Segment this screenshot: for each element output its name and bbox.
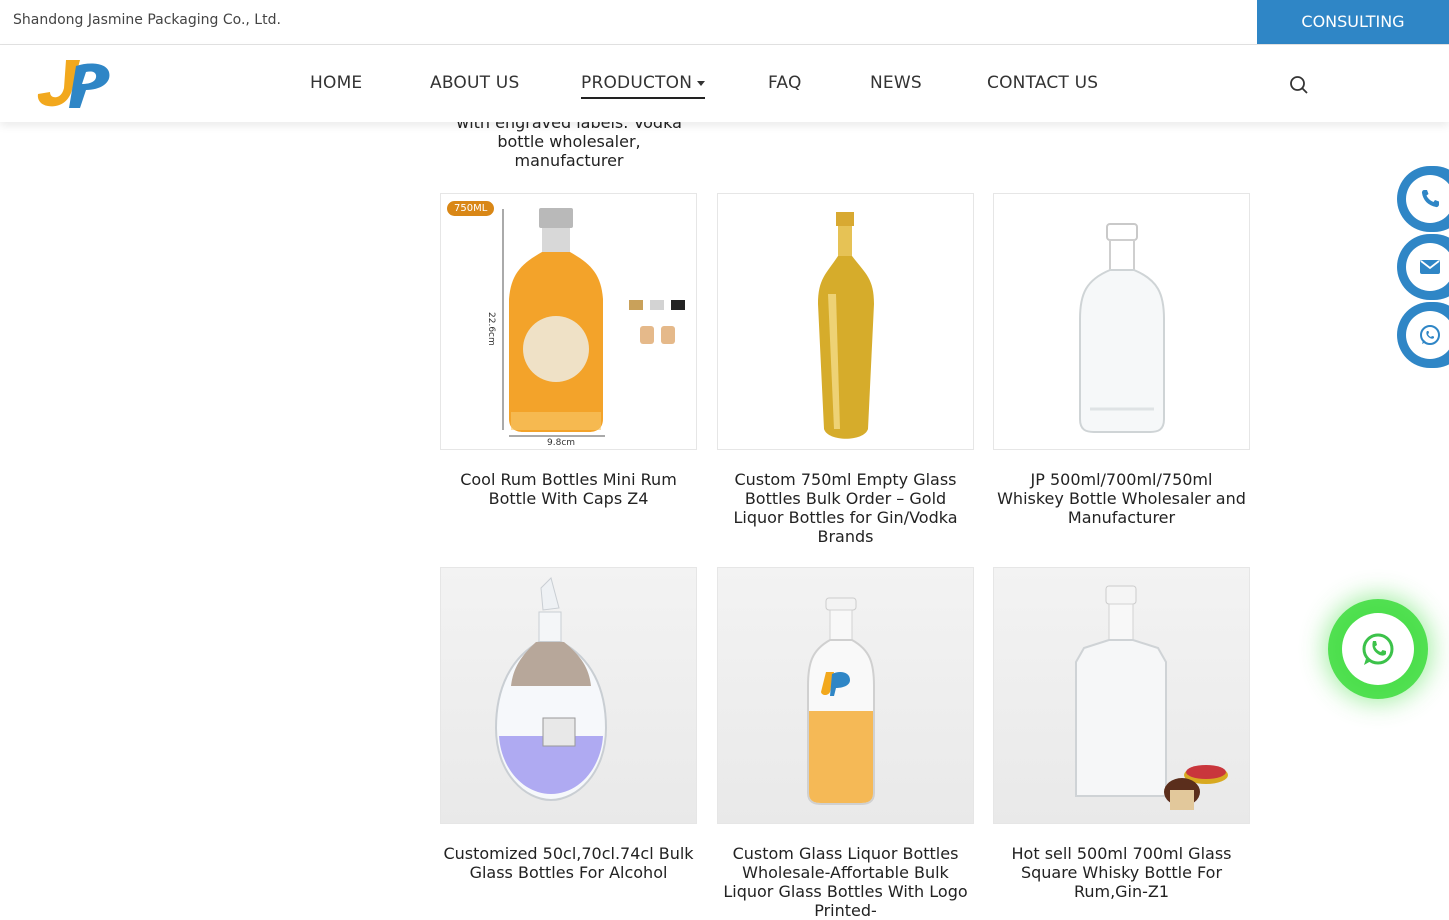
side-mail-circle [1406,243,1449,291]
side-mail-button[interactable] [1397,234,1449,300]
side-phone-button[interactable] [1397,166,1449,232]
product-title[interactable]: Customized 50cl,70cl.74cl Bulk Glass Bot… [440,844,697,882]
product-image[interactable] [440,567,697,824]
whatsapp-chat-icon [1362,633,1394,665]
rum-bottle-image: 22.6cm 9.8cm [486,208,685,448]
product-image[interactable]: 750ML 22.6cm 9.8cm [440,193,697,450]
product-image[interactable] [993,567,1250,824]
product-card[interactable]: JP 500ml/700ml/750ml Whiskey Bottle Whol… [993,193,1250,527]
product-image[interactable] [717,567,974,824]
nav-about-us[interactable]: ABOUT US [430,73,519,93]
product-card[interactable]: Customized 50cl,70cl.74cl Bulk Glass Bot… [440,567,697,882]
product-title[interactable]: Custom 750ml Empty Glass Bottles Bulk Or… [717,470,974,546]
main-nav: HOME ABOUT US PRODUCTON FAQ NEWS CONTACT… [0,45,1449,122]
side-whatsapp-button[interactable] [1397,302,1449,368]
height-dimension-label: 22.6cm [486,312,496,346]
floating-whatsapp-button[interactable] [1342,613,1414,685]
product-title[interactable]: JP 500ml/700ml/750ml Whiskey Bottle Whol… [993,470,1250,527]
consulting-button[interactable]: CONSULTING [1257,0,1449,44]
product-card[interactable]: 750ML 22.6cm 9.8cm Cool Rum Bottles Mini… [440,193,697,508]
side-phone-circle [1406,175,1449,223]
caret-down-icon [697,80,706,86]
product-title[interactable]: Cool Rum Bottles Mini Rum Bottle With Ca… [440,470,697,508]
width-dimension-label: 9.8cm [547,438,575,448]
product-card[interactable]: Custom 750ml Empty Glass Bottles Bulk Or… [717,193,974,546]
nav-product[interactable]: PRODUCTON [581,73,706,99]
nav-contact-us[interactable]: CONTACT US [987,73,1098,93]
whatsapp-icon [1420,325,1440,345]
square-bottle-image [1075,585,1228,810]
company-logo[interactable] [36,56,112,112]
product-title[interactable]: Hot sell 500ml 700ml Glass Square Whisky… [993,844,1250,901]
liquor-bottle-image [807,597,875,805]
side-whatsapp-circle [1406,311,1449,359]
mail-icon [1420,260,1440,274]
gold-bottle-image [818,212,874,439]
nav-faq[interactable]: FAQ [768,73,802,93]
nav-home[interactable]: HOME [310,73,362,93]
phone-icon [1421,190,1439,208]
nav-product-label: PRODUCTON [581,73,693,93]
product-title[interactable]: Custom Glass Liquor Bottles Wholesale-Af… [717,844,974,920]
company-name: Shandong Jasmine Packaging Co., Ltd. [13,12,281,28]
product-card[interactable]: Custom Glass Liquor Bottles Wholesale-Af… [717,567,974,920]
product-image[interactable] [717,193,974,450]
size-badge: 750ML [447,201,495,216]
search-icon[interactable] [1289,75,1309,95]
round-bottle-image [494,577,608,802]
product-card[interactable]: Hot sell 500ml 700ml Glass Square Whisky… [993,567,1250,901]
clear-bottle-image [1079,223,1165,433]
nav-news[interactable]: NEWS [870,73,922,93]
top-bar: Shandong Jasmine Packaging Co., Ltd. CON… [0,0,1449,45]
product-image[interactable] [993,193,1250,450]
